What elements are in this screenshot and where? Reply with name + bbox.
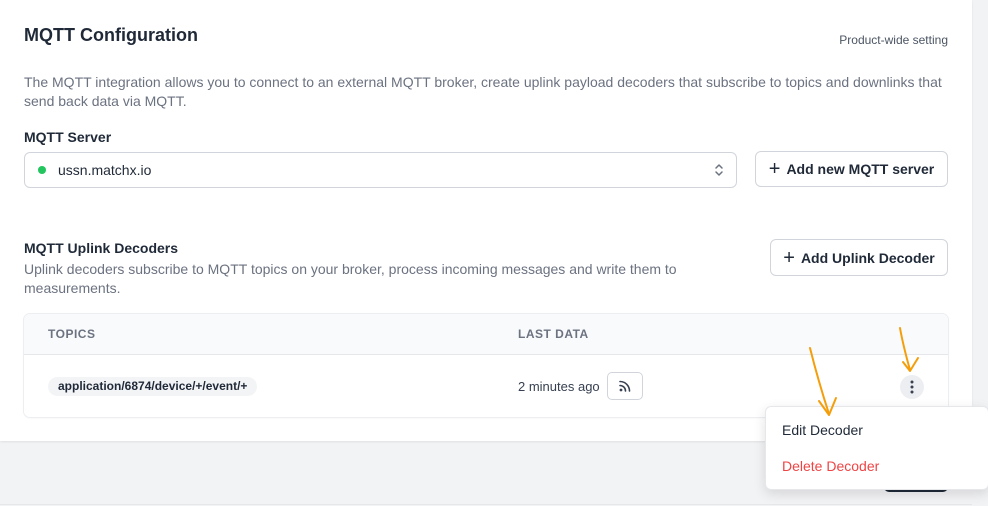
add-mqtt-server-button[interactable]: + Add new MQTT server	[755, 151, 948, 187]
chevron-up-down-icon	[715, 164, 723, 176]
page-title: MQTT Configuration	[24, 25, 198, 45]
column-header-last-data: LAST DATA	[518, 327, 589, 341]
mqtt-configuration-card: MQTT Configuration Product-wide setting …	[0, 0, 972, 441]
mqtt-server-label: MQTT Server	[24, 129, 112, 145]
server-status-dot	[38, 166, 46, 174]
mqtt-server-value: ussn.matchx.io	[58, 162, 152, 178]
add-uplink-decoder-label: Add Uplink Decoder	[800, 249, 935, 266]
plus-icon: +	[768, 158, 781, 180]
topic-badge: application/6874/device/+/event/+	[48, 377, 258, 396]
integration-description: The MQTT integration allows you to conne…	[24, 74, 942, 109]
more-vertical-icon	[910, 380, 914, 394]
plus-icon: +	[783, 246, 795, 269]
row-menu-button[interactable]	[900, 375, 924, 399]
decoder-context-menu: Edit Decoder Delete Decoder	[765, 406, 988, 490]
column-header-topics: TOPICS	[48, 327, 96, 341]
divider	[0, 504, 972, 505]
live-feed-button[interactable]	[607, 372, 643, 400]
uplink-decoders-table: TOPICS LAST DATA application/6874/device…	[24, 314, 948, 417]
add-mqtt-server-label: Add new MQTT server	[786, 161, 935, 177]
scope-label: Product-wide setting	[839, 33, 948, 47]
last-data-value: 2 minutes ago	[518, 379, 600, 394]
edit-decoder-menu-item[interactable]: Edit Decoder	[782, 422, 863, 438]
delete-decoder-menu-item[interactable]: Delete Decoder	[782, 458, 879, 474]
table-header: TOPICS LAST DATA	[24, 314, 948, 355]
uplink-decoders-description: Uplink decoders subscribe to MQTT topics…	[24, 261, 677, 296]
mqtt-server-select[interactable]: ussn.matchx.io	[24, 152, 737, 188]
uplink-decoders-title: MQTT Uplink Decoders	[24, 240, 179, 256]
add-uplink-decoder-button[interactable]: + Add Uplink Decoder	[770, 239, 948, 276]
rss-feed-icon	[619, 380, 631, 392]
